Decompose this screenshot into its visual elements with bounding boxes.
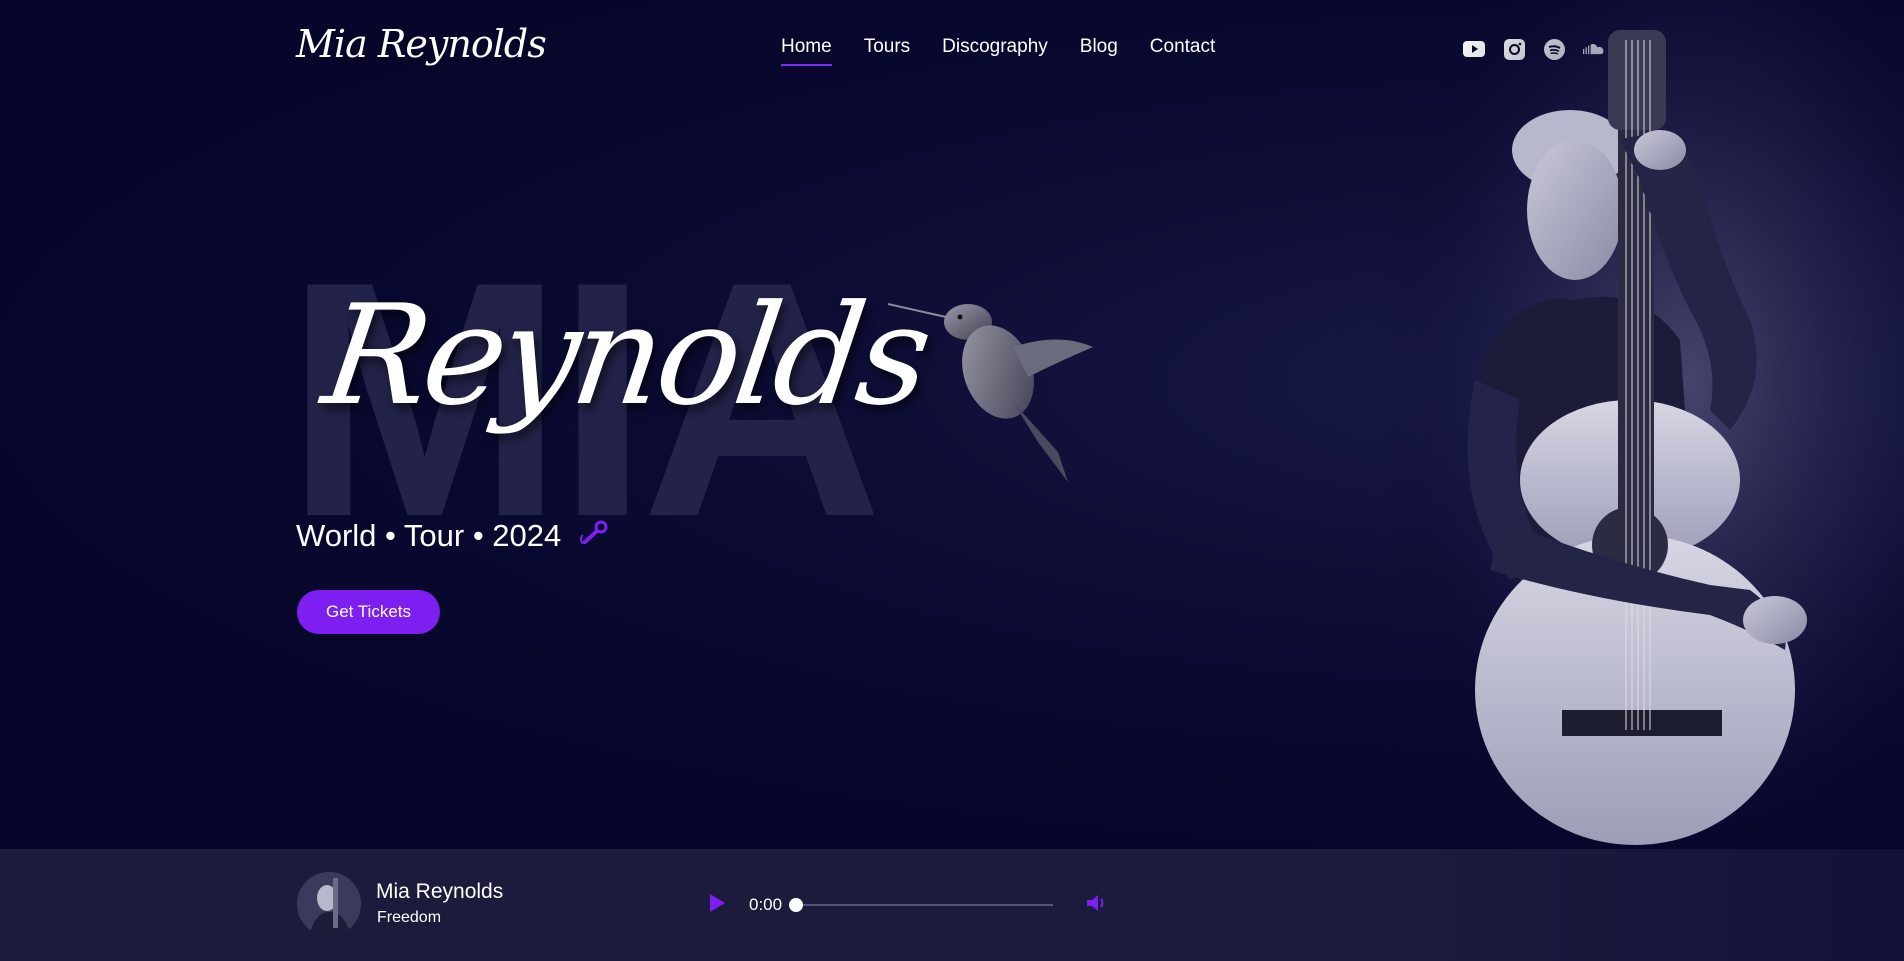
nav-contact[interactable]: Contact [1150,36,1215,66]
audio-player: Mia Reynolds Freedom 0:00 [0,849,1904,961]
tagline-text: World • Tour • 2024 [296,518,562,553]
hummingbird-image [888,303,1093,482]
tour-tagline: World • Tour • 2024 [296,518,609,554]
player-time: 0:00 [749,895,783,914]
play-icon[interactable] [708,893,726,918]
player-track: Freedom [377,909,442,926]
hero-section: Mia Reynolds Home Tours Discography Blog… [0,0,1904,849]
nav-discography[interactable]: Discography [942,36,1048,66]
hero-title: Reynolds [314,275,937,436]
get-tickets-button[interactable]: Get Tickets [297,590,440,634]
volume-icon[interactable] [1086,893,1108,918]
site-logo[interactable]: Mia Reynolds [296,22,547,66]
player-artist: Mia Reynolds [376,880,504,903]
artist-portrait-image [1370,0,1904,849]
progress-bar[interactable] [789,898,1053,912]
microphone-icon [579,518,609,554]
nav-home[interactable]: Home [781,36,832,66]
nav-tours[interactable]: Tours [864,36,910,66]
nav-blog[interactable]: Blog [1080,36,1118,66]
track-avatar [297,872,361,936]
progress-thumb[interactable] [789,898,803,912]
main-nav: Home Tours Discography Blog Contact [781,36,1215,66]
